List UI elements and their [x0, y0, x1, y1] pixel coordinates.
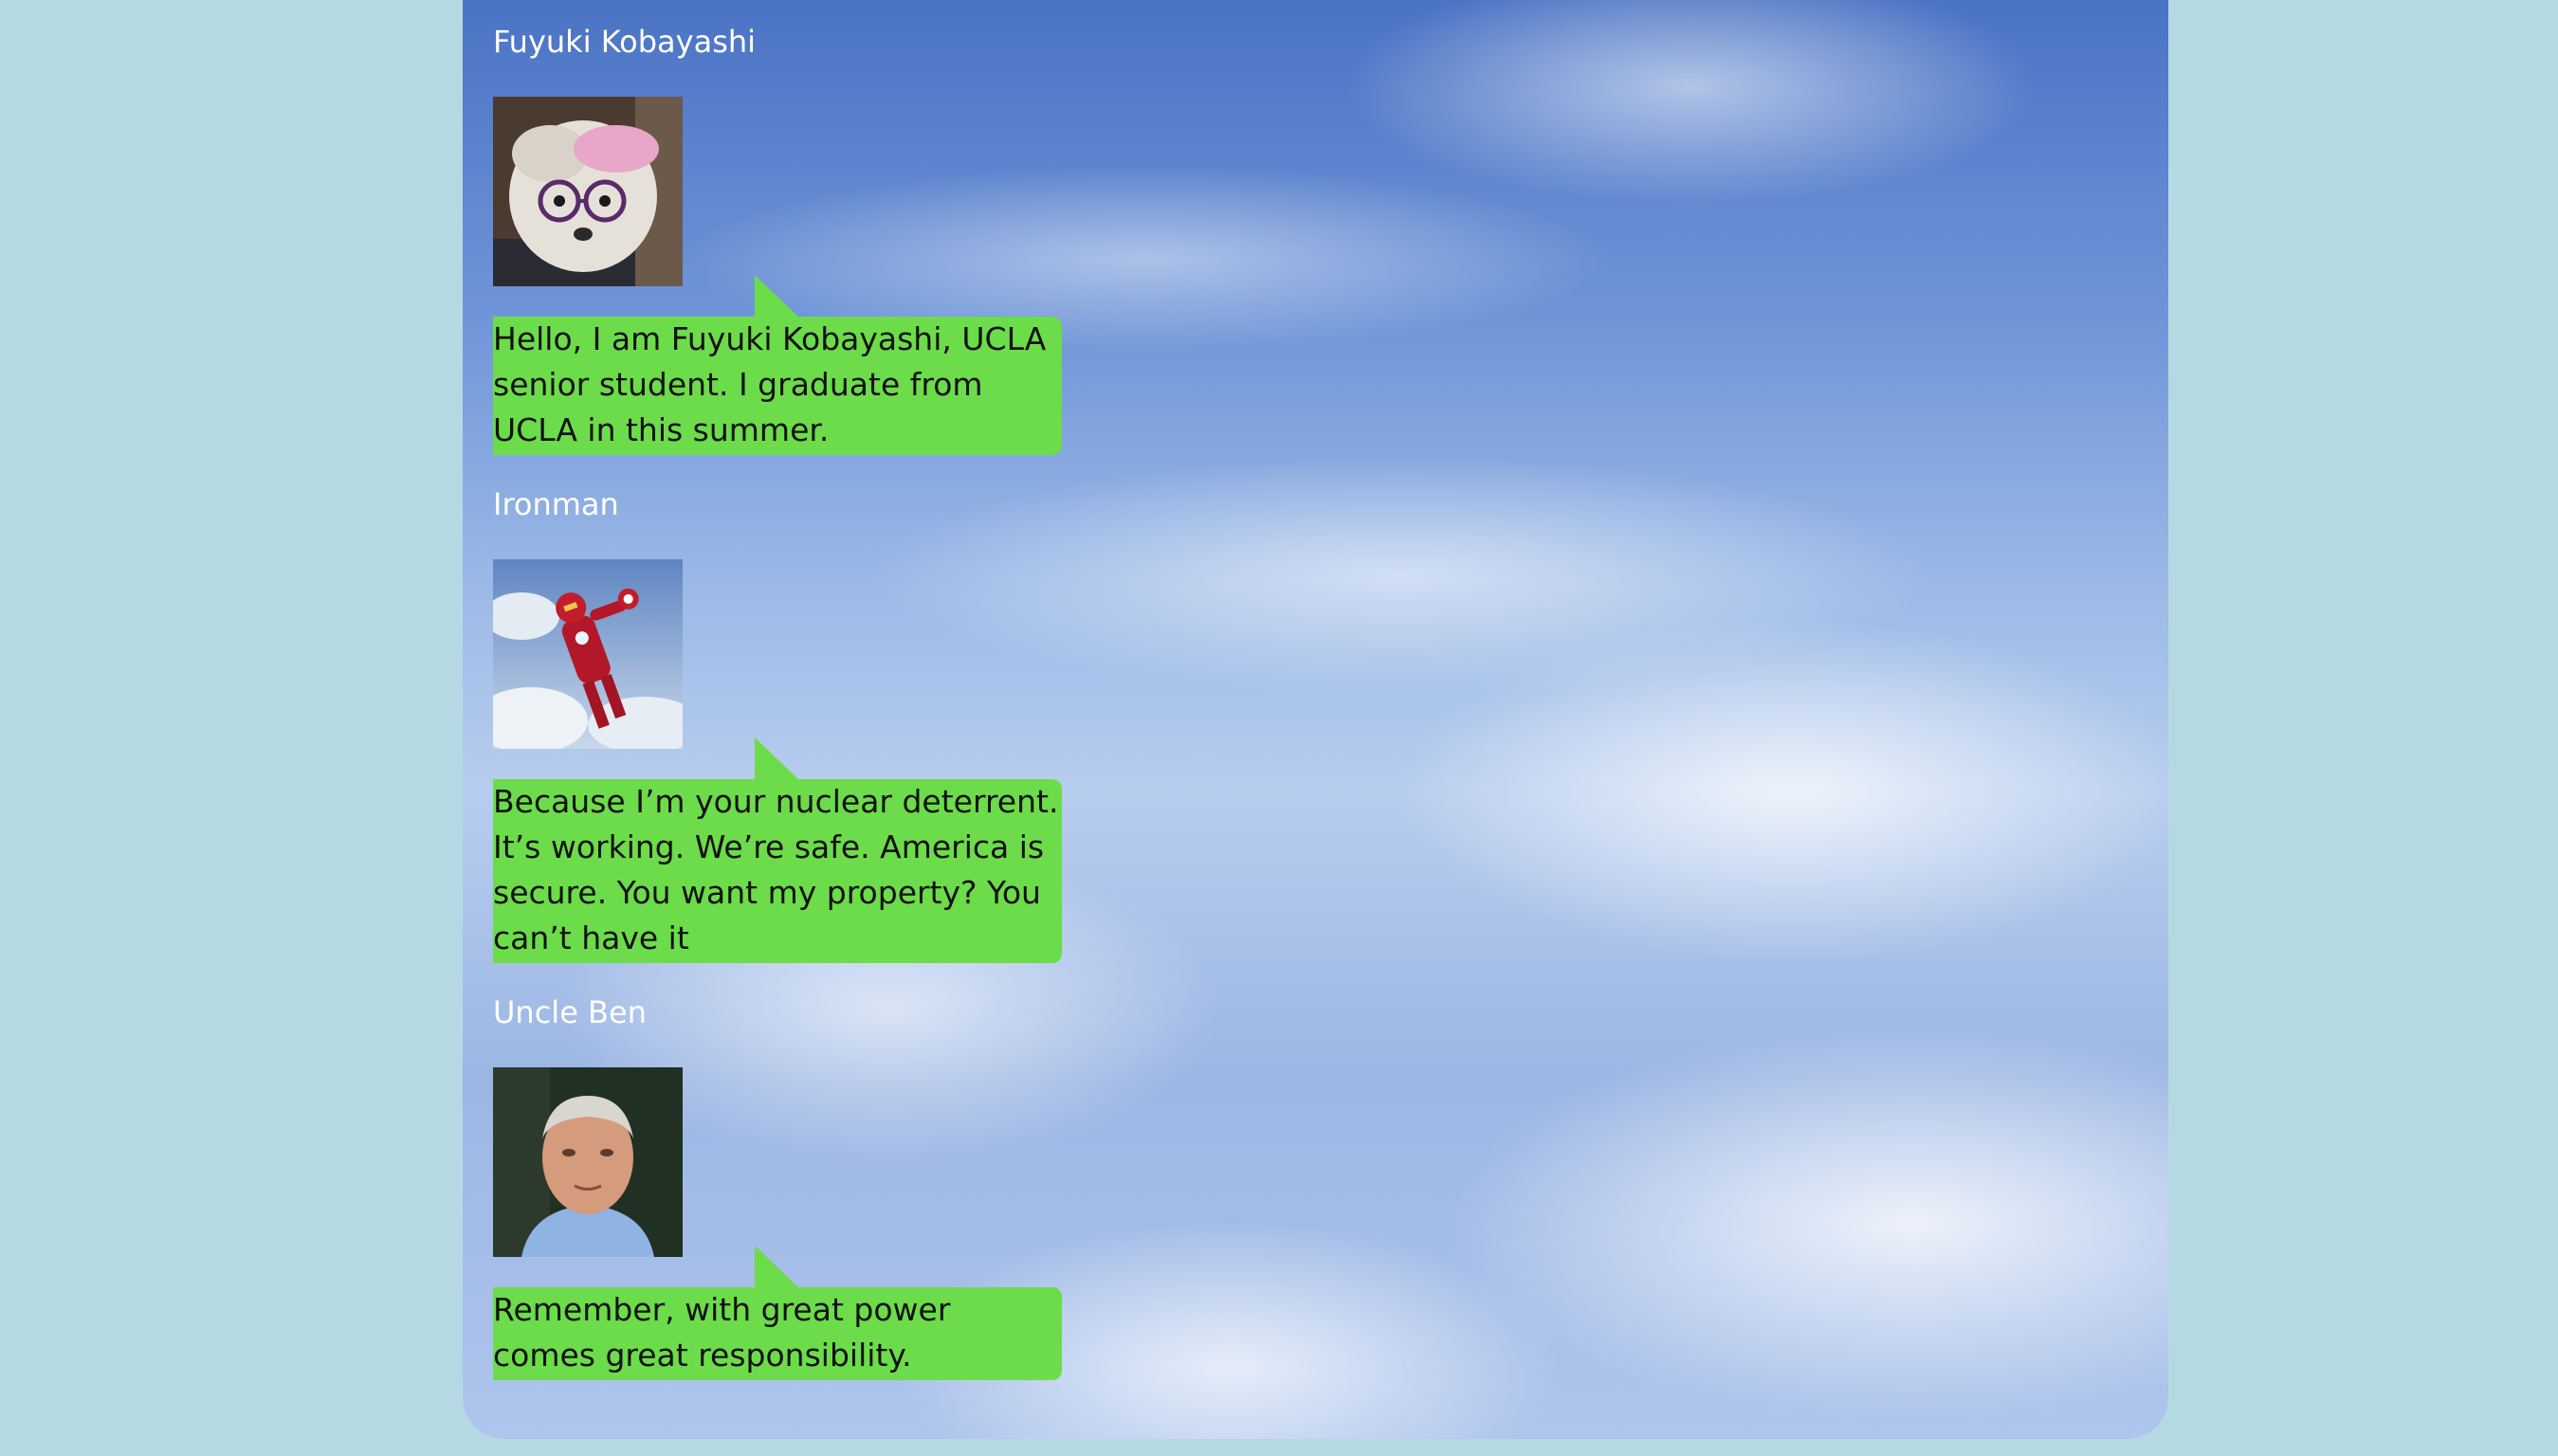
chat-panel: Fuyuki Kobayashi Hello, I am Fuyuki Koba…: [463, 0, 2168, 1439]
bubble-tail: [755, 737, 798, 779]
sender-name: Ironman: [493, 486, 619, 522]
message-text: Because I’m your nuclear deterrent. It’s…: [493, 783, 1059, 956]
avatar-ironman[interactable]: [493, 559, 683, 749]
avatar-dog[interactable]: [493, 97, 683, 286]
message-bubble: Hello, I am Fuyuki Kobayashi, UCLA senio…: [493, 275, 1062, 455]
message-text: Hello, I am Fuyuki Kobayashi, UCLA senio…: [493, 320, 1047, 448]
message-bubble: Because I’m your nuclear deterrent. It’s…: [493, 737, 1062, 963]
message-bubble: Remember, with great power comes great r…: [493, 1246, 1062, 1380]
bubble-tail: [755, 275, 798, 317]
message-text: Remember, with great power comes great r…: [493, 1291, 951, 1374]
sender-name: Fuyuki Kobayashi: [493, 24, 757, 60]
avatar-uncle-ben[interactable]: [493, 1067, 683, 1257]
bubble-tail: [755, 1246, 798, 1287]
sender-name: Uncle Ben: [493, 994, 647, 1030]
